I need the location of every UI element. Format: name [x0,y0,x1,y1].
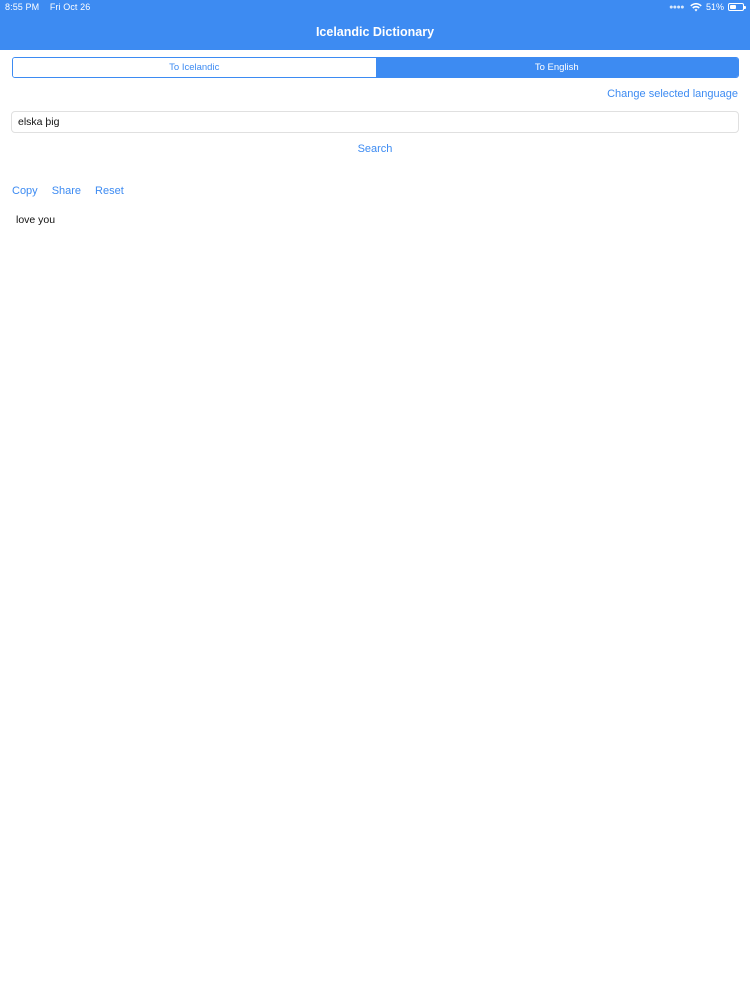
search-button[interactable]: Search [0,143,750,155]
copy-button[interactable]: Copy [12,185,38,197]
status-bar-left: 8:55 PM Fri Oct 26 [5,2,98,12]
search-input[interactable] [11,111,739,133]
translation-result: love you [16,214,56,226]
battery-icon [728,3,746,11]
cellular-signal-icon: ●●●● [669,3,684,11]
reset-button[interactable]: Reset [95,185,124,197]
wifi-icon [690,2,702,11]
page-title: Icelandic Dictionary [315,25,435,39]
segment-to-icelandic[interactable]: To Icelandic [13,58,376,77]
share-button[interactable]: Share [52,185,81,197]
action-links: Copy Share Reset [12,185,138,197]
status-time: 8:55 PM [5,2,40,12]
battery-fill [730,5,737,9]
status-date: Fri Oct 26 [49,2,91,12]
navigation-bar: 8:55 PM Fri Oct 26 ●●●● 51% Icelandic Di… [0,0,750,50]
battery-percentage: 51% [705,2,724,12]
segment-to-english[interactable]: To English [375,58,738,77]
change-language-link[interactable]: Change selected language [607,88,738,100]
status-bar-right: ●●●● 51% [669,2,746,12]
language-direction-segmented-control: To Icelandic To English [12,57,739,78]
